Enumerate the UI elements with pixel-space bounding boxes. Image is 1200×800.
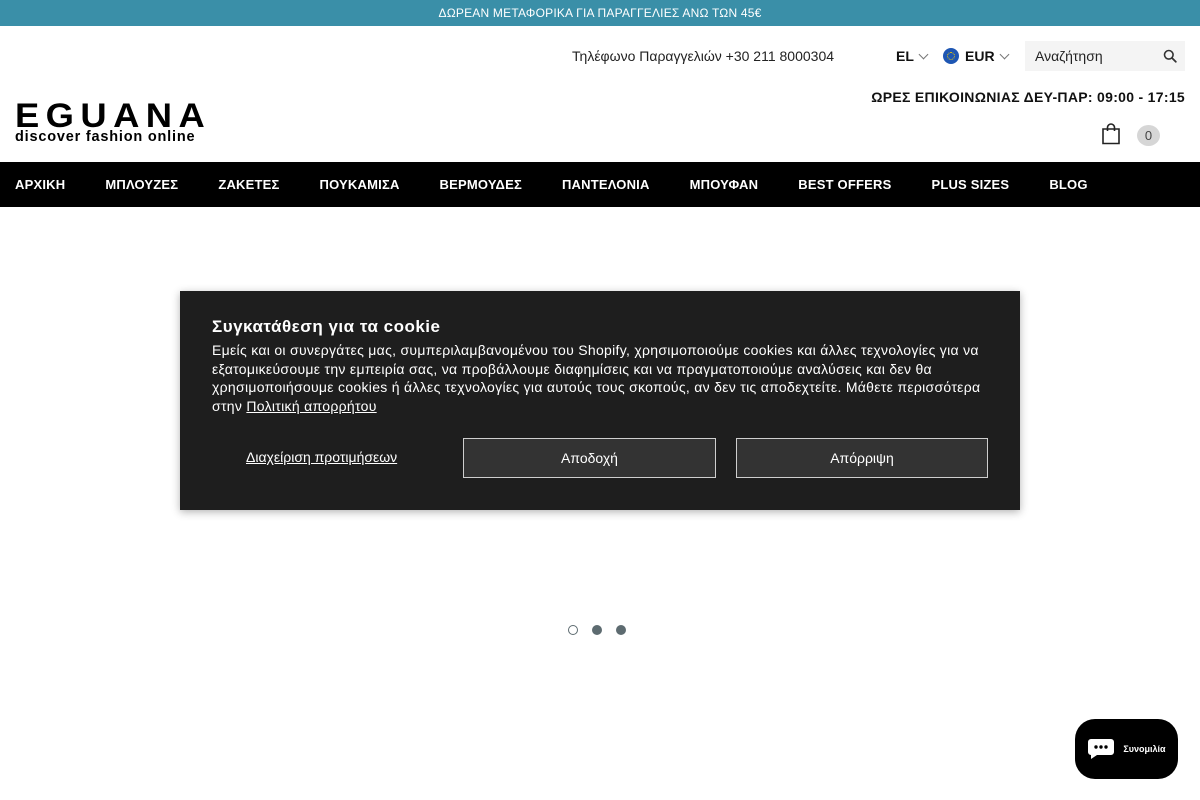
nav-item-blog[interactable]: BLOG [1049,177,1087,192]
language-selector[interactable]: EL [896,48,929,64]
chat-bubble-icon [1088,739,1115,759]
nav-item-home[interactable]: ΑΡΧΙΚΗ [15,177,65,192]
nav-item-plus-sizes[interactable]: PLUS SIZES [931,177,1009,192]
currency-selector[interactable]: EUR [943,48,1010,64]
nav-item-best-offers[interactable]: BEST OFFERS [798,177,891,192]
nav-item-coats[interactable]: ΜΠΟΥΦΑΝ [690,177,759,192]
nav-item-shorts[interactable]: ΒΕΡΜΟΥΔΕΣ [440,177,522,192]
main-nav: ΑΡΧΙΚΗ ΜΠΛΟΥΖΕΣ ΖΑΚΕΤΕΣ ΠΟΥΚΑΜΙΣΑ ΒΕΡΜΟΥ… [0,162,1200,207]
slider-dots [568,625,626,635]
chevron-down-icon [999,49,1010,59]
nav-item-shirts[interactable]: ΠΟΥΚΑΜΙΣΑ [320,177,400,192]
cart-count-badge[interactable]: 0 [1137,125,1160,146]
cookie-title: Συγκατάθεση για τα cookie [212,317,441,336]
contact-hours: ΩΡΕΣ ΕΠΙΚΟΙΝΩΝΙΑΣ ΔΕΥ-ΠΑΡ: 09:00 - 17:15 [871,89,1185,105]
cookie-body: Εμείς και οι συνεργάτες μας, συμπεριλαμβ… [212,341,992,415]
search-box [1025,41,1185,71]
chat-button[interactable]: Συνομιλία [1075,719,1178,779]
reject-button[interactable]: Απόρριψη [736,438,988,478]
promo-text: ΔΩΡΕΑΝ ΜΕΤΑΦΟΡΙΚΑ ΓΙΑ ΠΑΡΑΓΓΕΛΙΕΣ ΑΝΩ ΤΩ… [438,6,762,20]
slider-dot[interactable] [568,625,578,635]
currency-value: EUR [965,48,995,64]
privacy-policy-link[interactable]: Πολιτική απορρήτου [246,398,376,414]
slider-dot[interactable] [592,625,602,635]
manage-preferences-link[interactable]: Διαχείριση προτιμήσεων [246,449,397,465]
accept-button[interactable]: Αποδοχή [463,438,716,478]
chat-label: Συνομιλία [1123,744,1166,754]
shopping-bag-icon[interactable] [1101,123,1121,145]
language-value: EL [896,48,914,64]
eu-flag-icon [943,48,959,64]
nav-item-jackets[interactable]: ΖΑΚΕΤΕΣ [218,177,279,192]
logo-wordmark: EGUANA [15,97,212,135]
chevron-down-icon [918,49,929,59]
nav-item-trousers[interactable]: ΠΑΝΤΕΛΟΝΙΑ [562,177,650,192]
cookie-consent-dialog: Συγκατάθεση για τα cookie Εμείς και οι σ… [180,291,1020,510]
search-icon[interactable] [1163,49,1177,63]
site-logo[interactable]: EGUANA discover fashion online [15,99,215,145]
promo-bar: ΔΩΡΕΑΝ ΜΕΤΑΦΟΡΙΚΑ ΓΙΑ ΠΑΡΑΓΓΕΛΙΕΣ ΑΝΩ ΤΩ… [0,0,1200,26]
header: Τηλέφωνο Παραγγελιών +30 211 8000304 EL … [0,26,1200,162]
nav-item-blouses[interactable]: ΜΠΛΟΥΖΕΣ [105,177,178,192]
slider-dot[interactable] [616,625,626,635]
search-input[interactable] [1025,48,1159,64]
order-phone[interactable]: Τηλέφωνο Παραγγελιών +30 211 8000304 [572,48,834,64]
